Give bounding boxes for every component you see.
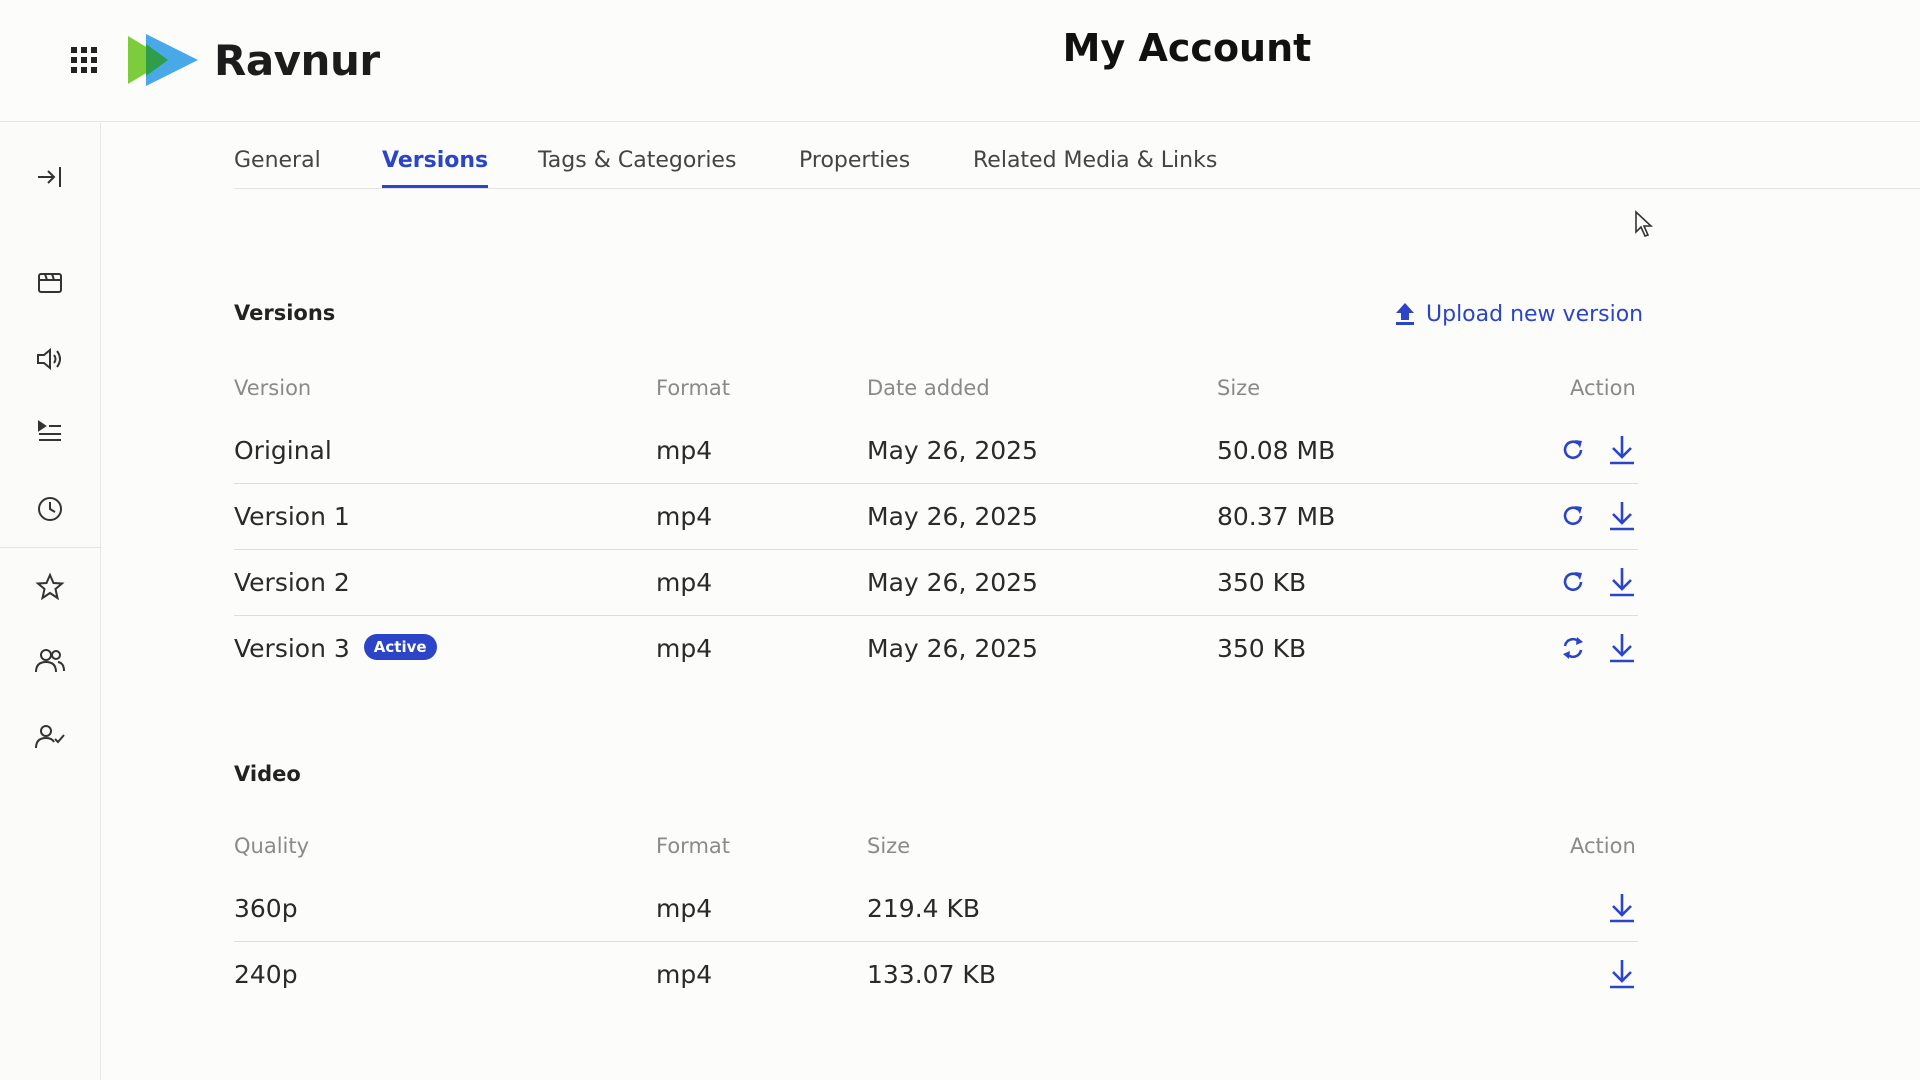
column-header-size: Size — [1217, 376, 1261, 400]
restore-icon[interactable] — [1556, 498, 1590, 534]
video-quality: 240p — [234, 960, 298, 989]
upload-icon — [1396, 303, 1414, 325]
sidebar-divider — [0, 547, 100, 548]
mouse-cursor-icon — [1634, 210, 1654, 242]
download-icon[interactable] — [1605, 890, 1639, 926]
processing-sync-icon[interactable] — [1556, 630, 1590, 666]
app-name: Ravnur — [214, 35, 380, 85]
collapse-sidebar-icon[interactable] — [32, 159, 68, 195]
column-header-format: Format — [656, 376, 731, 400]
tab-general[interactable]: General — [234, 148, 321, 188]
table-row: 360p mp4 219.4 KB — [234, 876, 1638, 942]
column-header-size: Size — [867, 834, 911, 858]
column-header-quality: Quality — [234, 834, 310, 858]
version-size: 50.08 MB — [1217, 436, 1336, 465]
version-size: 350 KB — [1217, 568, 1307, 597]
ravnur-logo-icon — [128, 34, 198, 86]
version-date: May 26, 2025 — [867, 436, 1038, 465]
table-row: Original mp4 May 26, 2025 50.08 MB — [234, 418, 1638, 484]
upload-new-version-label: Upload new version — [1426, 301, 1644, 327]
tab-versions[interactable]: Versions — [382, 148, 489, 188]
download-icon[interactable] — [1605, 630, 1639, 666]
download-icon[interactable] — [1605, 956, 1639, 992]
version-name: Original — [234, 436, 332, 465]
column-header-version: Version — [234, 376, 312, 400]
version-size: 80.37 MB — [1217, 502, 1336, 531]
version-name-cell: Version 3 Active — [234, 634, 437, 663]
favorites-star-icon[interactable] — [32, 569, 68, 605]
video-quality: 360p — [234, 894, 298, 923]
column-header-format: Format — [656, 834, 731, 858]
sidebar — [0, 123, 101, 1080]
version-name: Version 1 — [234, 502, 350, 531]
download-icon[interactable] — [1605, 498, 1639, 534]
version-format: mp4 — [656, 436, 713, 465]
version-format: mp4 — [656, 502, 713, 531]
page-title: My Account — [1062, 26, 1312, 70]
history-icon[interactable] — [32, 491, 68, 527]
versions-section-title: Versions — [234, 301, 336, 325]
upload-new-version-button[interactable]: Upload new version — [1394, 298, 1643, 330]
version-date: May 26, 2025 — [867, 568, 1038, 597]
column-header-action: Action — [1570, 376, 1636, 400]
version-format: mp4 — [656, 568, 713, 597]
download-icon[interactable] — [1605, 432, 1639, 468]
table-row: Version 1 mp4 May 26, 2025 80.37 MB — [234, 484, 1638, 550]
tab-bar: General Versions Tags & Categories Prope… — [234, 140, 1920, 189]
top-bar: Ravnur My Account — [0, 0, 1920, 122]
version-name: Version 3 — [234, 634, 350, 663]
playlist-icon[interactable] — [32, 413, 68, 449]
grid-icon[interactable] — [68, 44, 100, 76]
user-check-icon[interactable] — [32, 719, 68, 755]
video-section-title: Video — [234, 762, 301, 786]
restore-icon[interactable] — [1556, 432, 1590, 468]
version-name: Version 2 — [234, 568, 350, 597]
video-size: 219.4 KB — [867, 894, 981, 923]
media-library-icon[interactable] — [32, 265, 68, 301]
app-logo[interactable]: Ravnur — [128, 32, 380, 88]
tab-tags-categories[interactable]: Tags & Categories — [538, 148, 736, 188]
groups-icon[interactable] — [32, 643, 68, 679]
audio-icon[interactable] — [32, 341, 68, 377]
version-size: 350 KB — [1217, 634, 1307, 663]
tab-properties[interactable]: Properties — [799, 148, 910, 188]
version-date: May 26, 2025 — [867, 502, 1038, 531]
video-format: mp4 — [656, 960, 713, 989]
column-header-date-added: Date added — [867, 376, 990, 400]
version-date: May 26, 2025 — [867, 634, 1038, 663]
download-icon[interactable] — [1605, 564, 1639, 600]
version-format: mp4 — [656, 634, 713, 663]
active-badge: Active — [363, 634, 437, 660]
restore-icon[interactable] — [1556, 564, 1590, 600]
video-format: mp4 — [656, 894, 713, 923]
tab-related-media-links[interactable]: Related Media & Links — [973, 148, 1217, 188]
column-header-action: Action — [1570, 834, 1636, 858]
video-size: 133.07 KB — [867, 960, 996, 989]
table-row: Version 2 mp4 May 26, 2025 350 KB — [234, 550, 1638, 616]
table-row: 240p mp4 133.07 KB — [234, 942, 1638, 1008]
table-row: Version 3 Active mp4 May 26, 2025 350 KB — [234, 616, 1638, 682]
